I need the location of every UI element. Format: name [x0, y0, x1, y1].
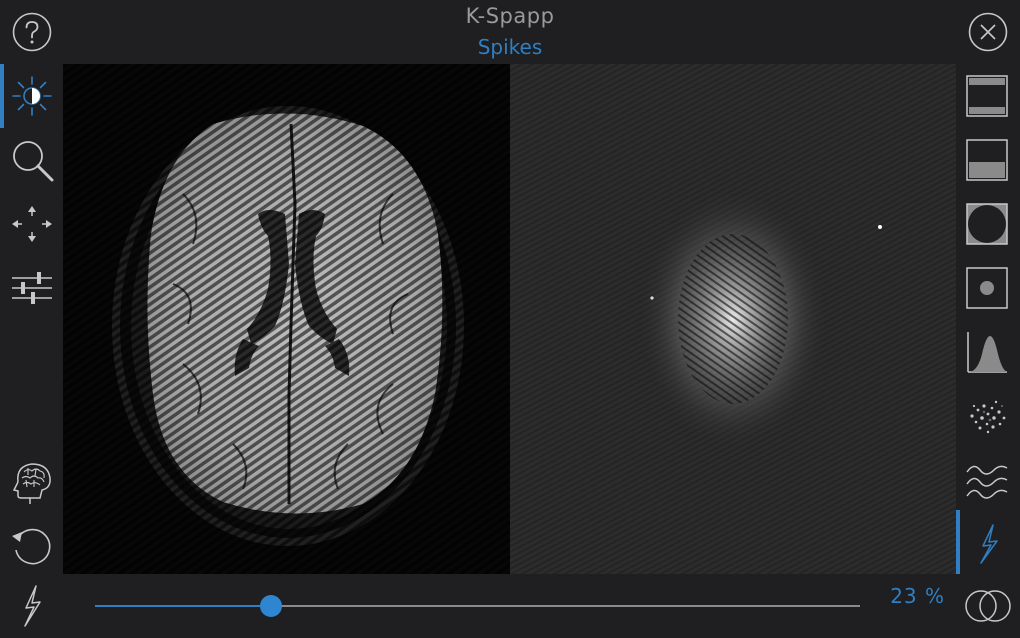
percent-readout: 23 % — [890, 584, 945, 608]
noise-tool[interactable] — [956, 386, 1020, 446]
left-toolbar — [0, 64, 63, 574]
circle-mask-icon — [966, 203, 1008, 245]
help-button[interactable] — [12, 12, 52, 52]
compare-button[interactable] — [964, 582, 1012, 634]
brightness-contrast-tool[interactable] — [0, 66, 63, 126]
kspace-image — [510, 64, 956, 574]
slider-fill — [95, 605, 271, 607]
help-icon — [12, 12, 52, 52]
bottom-bar: 23 % — [0, 574, 1020, 638]
bolt-icon — [24, 585, 41, 627]
pan-arrows-icon — [12, 206, 52, 242]
strength-slider[interactable] — [95, 595, 860, 617]
high-pass-filter-icon — [966, 75, 1008, 117]
pan-tool[interactable] — [0, 194, 63, 254]
app-title: K-Spapp — [465, 4, 555, 28]
brightness-contrast-icon — [12, 76, 52, 116]
dot-mask-icon — [966, 267, 1008, 309]
reset-icon — [12, 528, 51, 565]
dot-mask-tool[interactable] — [956, 258, 1020, 318]
kspace-view[interactable] — [510, 64, 956, 574]
adjust-tool[interactable] — [0, 258, 63, 318]
noise-icon — [970, 400, 1006, 434]
overlap-circles-icon — [965, 590, 1011, 622]
zoom-tool[interactable] — [0, 130, 63, 190]
circle-mask-tool[interactable] — [956, 194, 1020, 254]
brain-mri-image — [63, 64, 510, 574]
image-view[interactable] — [63, 64, 510, 574]
spikes-bolt-icon — [980, 524, 998, 564]
distribution-tool[interactable] — [956, 322, 1020, 382]
close-icon — [968, 12, 1008, 52]
brain-head-icon — [12, 463, 51, 504]
reset-tool[interactable] — [0, 516, 63, 576]
spike-mode-button[interactable] — [18, 582, 48, 634]
mode-subtitle: Spikes — [477, 35, 543, 59]
low-pass-filter-icon — [966, 139, 1008, 181]
distribution-curve-icon — [967, 332, 1007, 373]
header-bar: K-Spapp Spikes — [0, 0, 1020, 64]
waves-tool[interactable] — [956, 450, 1020, 510]
low-pass-filter-tool[interactable] — [956, 130, 1020, 190]
close-button[interactable] — [968, 12, 1008, 52]
magnifier-icon — [13, 141, 54, 182]
sliders-icon — [12, 272, 52, 304]
waves-icon — [966, 465, 1008, 499]
high-pass-filter-tool[interactable] — [956, 66, 1020, 126]
anatomy-tool[interactable] — [0, 452, 63, 512]
right-toolbar — [956, 64, 1020, 574]
slider-knob[interactable] — [259, 595, 282, 617]
spikes-tool[interactable] — [956, 514, 1020, 574]
